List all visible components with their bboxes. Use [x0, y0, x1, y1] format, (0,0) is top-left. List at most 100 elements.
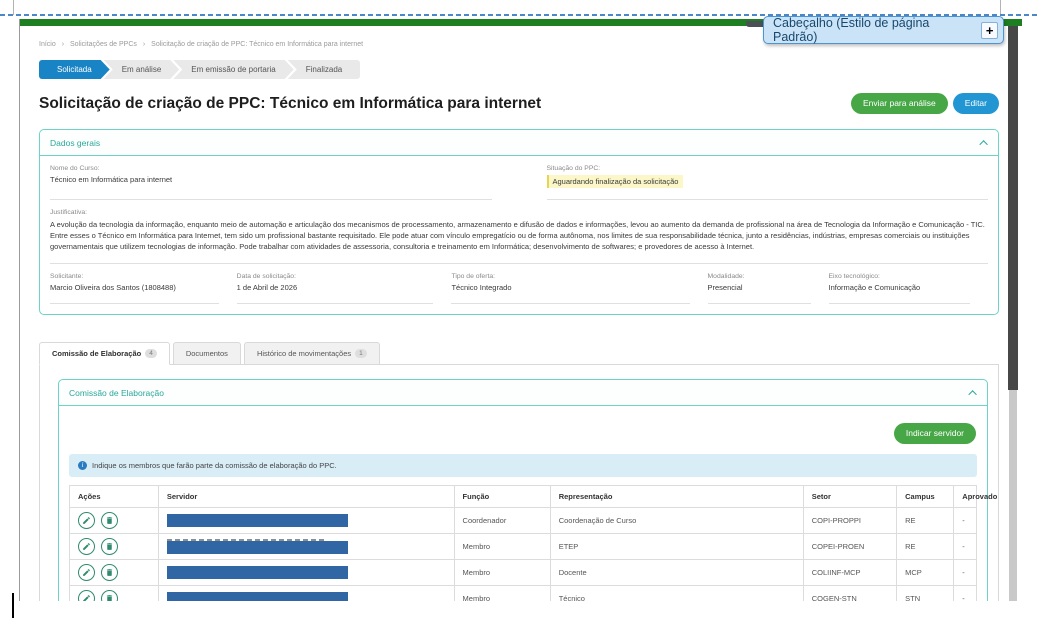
col-funcao: Função — [454, 486, 550, 508]
comissao-table: Ações Servidor Função Representação Seto… — [69, 485, 977, 601]
edit-icon[interactable] — [78, 590, 95, 601]
text-cursor — [12, 593, 14, 618]
cell-representacao: ETEP — [550, 534, 803, 560]
cell-aprovado: - — [954, 586, 977, 602]
edit-icon[interactable] — [78, 564, 95, 581]
breadcrumb-solicitacoes-link[interactable]: Solicitações de PPCs — [70, 41, 137, 48]
table-row: Membro ETEP COPEI-PROEN RE - — [70, 534, 977, 560]
cell-campus: STN — [897, 586, 954, 602]
cell-funcao: Coordenador — [454, 508, 550, 534]
tab-count-badge: 4 — [145, 349, 157, 358]
field-situacao-ppc: Situação do PPC: Aguardando finalização … — [547, 165, 989, 200]
edit-icon[interactable] — [78, 538, 95, 555]
field-value: Informação e Comunicação — [829, 283, 970, 292]
field-eixo-tecnologico: Eixo tecnológico: Informação e Comunicaç… — [829, 273, 970, 304]
title-row: Solicitação de criação de PPC: Técnico e… — [39, 93, 999, 114]
info-alert-text: Indique os membros que farão parte da co… — [92, 461, 337, 470]
add-header-icon[interactable]: + — [981, 22, 998, 39]
field-label: Situação do PPC: — [547, 165, 989, 172]
webpage-content: Início › Solicitações de PPCs › Solicita… — [39, 41, 999, 601]
comissao-panel-header[interactable]: Comissão de Elaboração — [59, 380, 987, 406]
dados-gerais-header[interactable]: Dados gerais — [40, 130, 998, 156]
send-for-analysis-button[interactable]: Enviar para análise — [851, 93, 948, 114]
step-finalizada: Finalizada — [288, 60, 360, 79]
edit-button[interactable]: Editar — [953, 93, 999, 114]
lo-header-indicator[interactable]: Cabeçalho (Estilo de página Padrão) + — [763, 16, 1004, 44]
delete-icon[interactable] — [101, 512, 118, 529]
field-label: Eixo tecnológico: — [829, 273, 970, 280]
cell-campus: MCP — [897, 560, 954, 586]
cell-funcao: Membro — [454, 534, 550, 560]
table-row: Coordenador Coordenação de Curso COPI-PR… — [70, 508, 977, 534]
status-badge: Aguardando finalização da solicitação — [547, 175, 684, 188]
tab-label: Documentos — [186, 349, 228, 358]
redacted-servidor-name — [167, 566, 348, 579]
field-nome-curso: Nome do Curso: Técnico em Informática pa… — [50, 165, 492, 200]
cell-campus: RE — [897, 508, 954, 534]
col-campus: Campus — [897, 486, 954, 508]
col-acoes: Ações — [70, 486, 159, 508]
dados-gerais-title: Dados gerais — [50, 138, 100, 148]
cell-campus: RE — [897, 534, 954, 560]
cell-representacao: Técnico — [550, 586, 803, 602]
lo-header-indicator-label: Cabeçalho (Estilo de página Padrão) — [773, 16, 973, 44]
tab-historico-movimentacoes[interactable]: Histórico de movimentações 1 — [244, 342, 380, 365]
redacted-servidor-name — [167, 514, 348, 527]
field-value: Técnico Integrado — [451, 283, 689, 292]
tab-bar: Comissão de Elaboração 4 Documentos Hist… — [39, 342, 999, 365]
breadcrumb-separator: › — [143, 41, 145, 48]
field-tipo-oferta: Tipo de oferta: Técnico Integrado — [451, 273, 689, 304]
scrollbar-track[interactable] — [1009, 390, 1017, 601]
col-representacao: Representação — [550, 486, 803, 508]
delete-icon[interactable] — [101, 538, 118, 555]
comissao-panel-title: Comissão de Elaboração — [69, 388, 164, 398]
scrollbar-thumb[interactable] — [1008, 26, 1018, 390]
field-label: Data de solicitação: — [237, 273, 434, 280]
dados-gerais-body: Nome do Curso: Técnico em Informática pa… — [40, 156, 998, 314]
breadcrumb-separator: › — [62, 41, 64, 48]
step-em-emissao-portaria: Em emissão de portaria — [173, 60, 293, 79]
field-label: Justificativa: — [50, 209, 988, 216]
field-label: Tipo de oferta: — [451, 273, 689, 280]
step-em-analise: Em análise — [104, 60, 180, 79]
indicar-servidor-button[interactable]: Indicar servidor — [894, 423, 976, 444]
field-label: Solicitante: — [50, 273, 219, 280]
justificativa-text: A evolução da tecnologia da informação, … — [50, 219, 988, 252]
cell-funcao: Membro — [454, 560, 550, 586]
field-label: Modalidade: — [708, 273, 811, 280]
col-servidor: Servidor — [158, 486, 454, 508]
comissao-panel-body: Indicar servidor i Indique os membros qu… — [59, 406, 987, 601]
cell-representacao: Coordenação de Curso — [550, 508, 803, 534]
redacted-servidor-name — [167, 541, 348, 554]
field-justificativa: Justificativa: A evolução da tecnologia … — [50, 209, 988, 264]
field-value: 1 de Abril de 2026 — [237, 283, 434, 292]
table-row: Membro Docente COLIINF-MCP MCP - — [70, 560, 977, 586]
cell-funcao: Membro — [454, 586, 550, 602]
delete-icon[interactable] — [101, 590, 118, 601]
dados-gerais-panel: Dados gerais Nome do Curso: Técnico em I… — [39, 129, 999, 315]
tab-label: Comissão de Elaboração — [52, 349, 141, 358]
comissao-panel: Comissão de Elaboração Indicar servidor … — [58, 379, 988, 601]
table-row: Membro Técnico COGEN-STN STN - — [70, 586, 977, 602]
edit-icon[interactable] — [78, 512, 95, 529]
field-modalidade: Modalidade: Presencial — [708, 273, 811, 304]
cell-setor: COPEI-PROEN — [803, 534, 896, 560]
cell-aprovado: - — [954, 560, 977, 586]
collapse-chevron-icon[interactable] — [968, 390, 976, 398]
col-aprovado: Aprovado — [954, 486, 977, 508]
field-data-solicitacao: Data de solicitação: 1 de Abril de 2026 — [237, 273, 434, 304]
page-actions: Enviar para análise Editar — [851, 93, 999, 114]
breadcrumb-home-link[interactable]: Início — [39, 41, 56, 48]
tab-documentos[interactable]: Documentos — [173, 342, 241, 365]
page-title: Solicitação de criação de PPC: Técnico e… — [39, 95, 541, 113]
cell-aprovado: - — [954, 508, 977, 534]
info-icon: i — [78, 461, 87, 470]
cell-representacao: Docente — [550, 560, 803, 586]
collapse-chevron-icon[interactable] — [979, 140, 987, 148]
delete-icon[interactable] — [101, 564, 118, 581]
tab-label: Histórico de movimentações — [257, 349, 351, 358]
tab-count-badge: 1 — [355, 349, 367, 358]
text-boundary-guide-left — [13, 0, 14, 15]
tab-comissao-elaboracao[interactable]: Comissão de Elaboração 4 — [39, 342, 170, 365]
redacted-servidor-name — [167, 592, 348, 601]
